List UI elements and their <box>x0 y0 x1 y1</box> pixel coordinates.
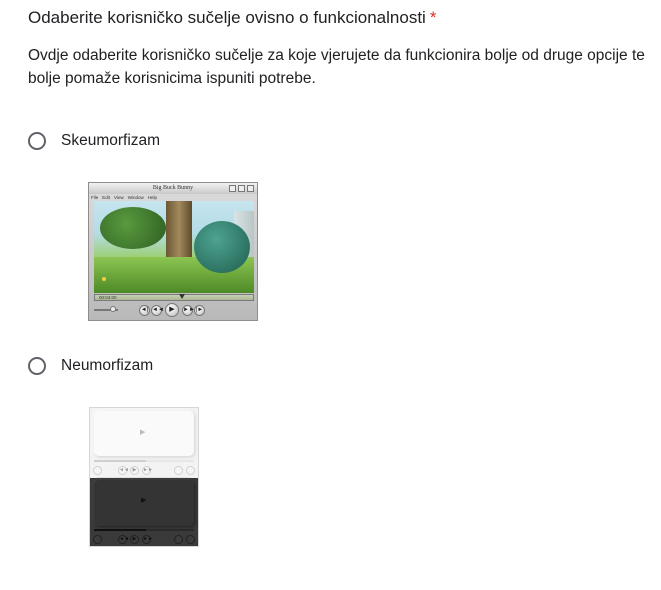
neumorphic-player-image: ▶ ◄◄ ▶ ►► ▶ ◄◄ ▶ ►► <box>89 407 199 547</box>
fullscreen-icon <box>186 535 195 544</box>
rewind-icon: ◄◄ <box>118 466 129 475</box>
fast-forward-icon: ►► <box>142 466 153 475</box>
menu-item: File <box>91 195 99 200</box>
timeline-lcd: 00:04:00 <box>94 294 254 301</box>
fullscreen-icon <box>186 466 195 475</box>
time-display: 00:04:00 <box>99 295 117 300</box>
settings-icon <box>174 466 183 475</box>
heart-icon <box>93 466 102 475</box>
skeuomorphic-player-image: Big Buck Bunny File Edit View Window Hel… <box>88 182 258 321</box>
light-player: ▶ ◄◄ ▶ ►► <box>90 408 198 478</box>
play-icon: ▶ <box>130 466 139 475</box>
play-icon: ▶ <box>140 429 146 436</box>
menu-item: View <box>114 195 124 200</box>
progress-bar <box>94 529 194 531</box>
fast-forward-icon: ►► <box>142 535 153 544</box>
menu-item: Help <box>147 195 157 200</box>
question-title-text: Odaberite korisničko sučelje ovisno o fu… <box>28 8 426 27</box>
menu-item: Edit <box>102 195 111 200</box>
dark-player: ▶ ◄◄ ▶ ►► <box>90 478 198 546</box>
video-frame <box>94 201 254 293</box>
option-label: Neumorfizam <box>61 357 154 374</box>
question-title: Odaberite korisničko sučelje ovisno o fu… <box>28 8 436 28</box>
play-icon: ▶ <box>130 535 139 544</box>
option-neumorfizam[interactable]: Neumorfizam <box>28 357 153 375</box>
volume-slider <box>94 306 118 312</box>
rewind-icon: ◄◄ <box>118 535 129 544</box>
fast-forward-icon: ►► <box>182 305 195 316</box>
window-buttons <box>229 185 254 192</box>
skip-forward-icon: |► <box>194 305 205 316</box>
radio-button[interactable] <box>28 132 46 150</box>
menu-item: Window <box>127 195 144 200</box>
option-skeumorfizam[interactable]: Skeumorfizam <box>28 132 160 150</box>
progress-bar <box>94 460 194 462</box>
play-icon: ▶ <box>165 303 179 317</box>
question-description: Ovdje odaberite korisničko sučelje za ko… <box>28 47 645 87</box>
radio-button[interactable] <box>28 357 46 375</box>
settings-icon <box>174 535 183 544</box>
heart-icon <box>93 535 102 544</box>
play-icon: ▶ <box>141 497 147 504</box>
required-asterisk: * <box>429 8 437 27</box>
player-menu: File Edit View Window Help <box>91 194 157 201</box>
option-label: Skeumorfizam <box>61 132 161 149</box>
rewind-icon: ◄◄ <box>151 305 164 316</box>
playhead-icon <box>179 294 185 299</box>
player-controls: ◄| ◄◄ ▶ ►► |► <box>89 303 257 320</box>
skip-back-icon: ◄| <box>139 305 150 316</box>
